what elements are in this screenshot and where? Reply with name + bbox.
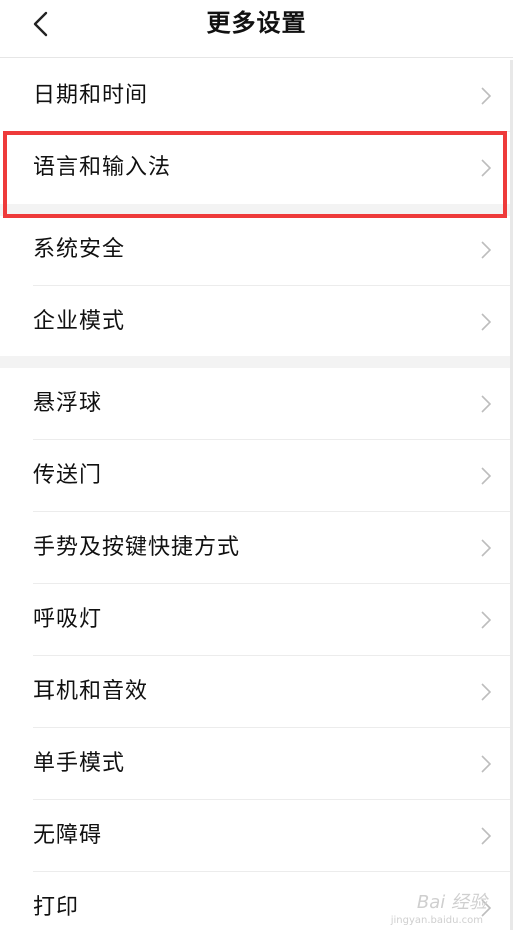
settings-item-enterprise-mode[interactable]: 企业模式 [0,286,513,358]
settings-item-label: 系统安全 [33,237,126,262]
settings-item-accessibility[interactable]: 无障碍 [0,800,513,872]
settings-item-date-time[interactable]: 日期和时间 [0,60,513,132]
chevron-right-icon [481,683,491,701]
settings-item-label: 手势及按键快捷方式 [33,535,241,560]
chevron-right-icon [481,313,491,331]
page-title: 更多设置 [206,9,307,37]
settings-item-language-input[interactable]: 语言和输入法 [0,132,513,204]
settings-item-label: 打印 [33,895,80,920]
chevron-right-icon [481,611,491,629]
settings-item-label: 语言和输入法 [33,155,172,180]
settings-item-label: 日期和时间 [33,83,149,108]
chevron-right-icon [481,467,491,485]
settings-item-print[interactable]: 打印 [0,872,513,944]
header-divider [0,57,513,58]
chevron-right-icon [481,87,491,105]
settings-item-label: 悬浮球 [33,391,103,416]
settings-item-portal[interactable]: 传送门 [0,440,513,512]
chevron-right-icon [481,899,491,917]
settings-item-label: 呼吸灯 [33,607,103,632]
settings-item-breathing-light[interactable]: 呼吸灯 [0,584,513,656]
settings-item-label: 耳机和音效 [33,679,149,704]
settings-item-label: 单手模式 [33,751,126,776]
chevron-right-icon [481,827,491,845]
settings-item-one-hand-mode[interactable]: 单手模式 [0,728,513,800]
app-header: 更多设置 [0,0,513,56]
settings-item-headphones-audio[interactable]: 耳机和音效 [0,656,513,728]
settings-item-label: 无障碍 [33,823,103,848]
group-separator [0,356,513,368]
chevron-right-icon [481,159,491,177]
chevron-right-icon [481,755,491,773]
settings-item-system-security[interactable]: 系统安全 [0,214,513,286]
settings-item-label: 传送门 [33,463,103,488]
settings-item-label: 企业模式 [33,309,126,334]
settings-item-gesture-shortcuts[interactable]: 手势及按键快捷方式 [0,512,513,584]
chevron-right-icon [481,241,491,259]
settings-item-floating-ball[interactable]: 悬浮球 [0,368,513,440]
chevron-right-icon [481,539,491,557]
chevron-right-icon [481,395,491,413]
